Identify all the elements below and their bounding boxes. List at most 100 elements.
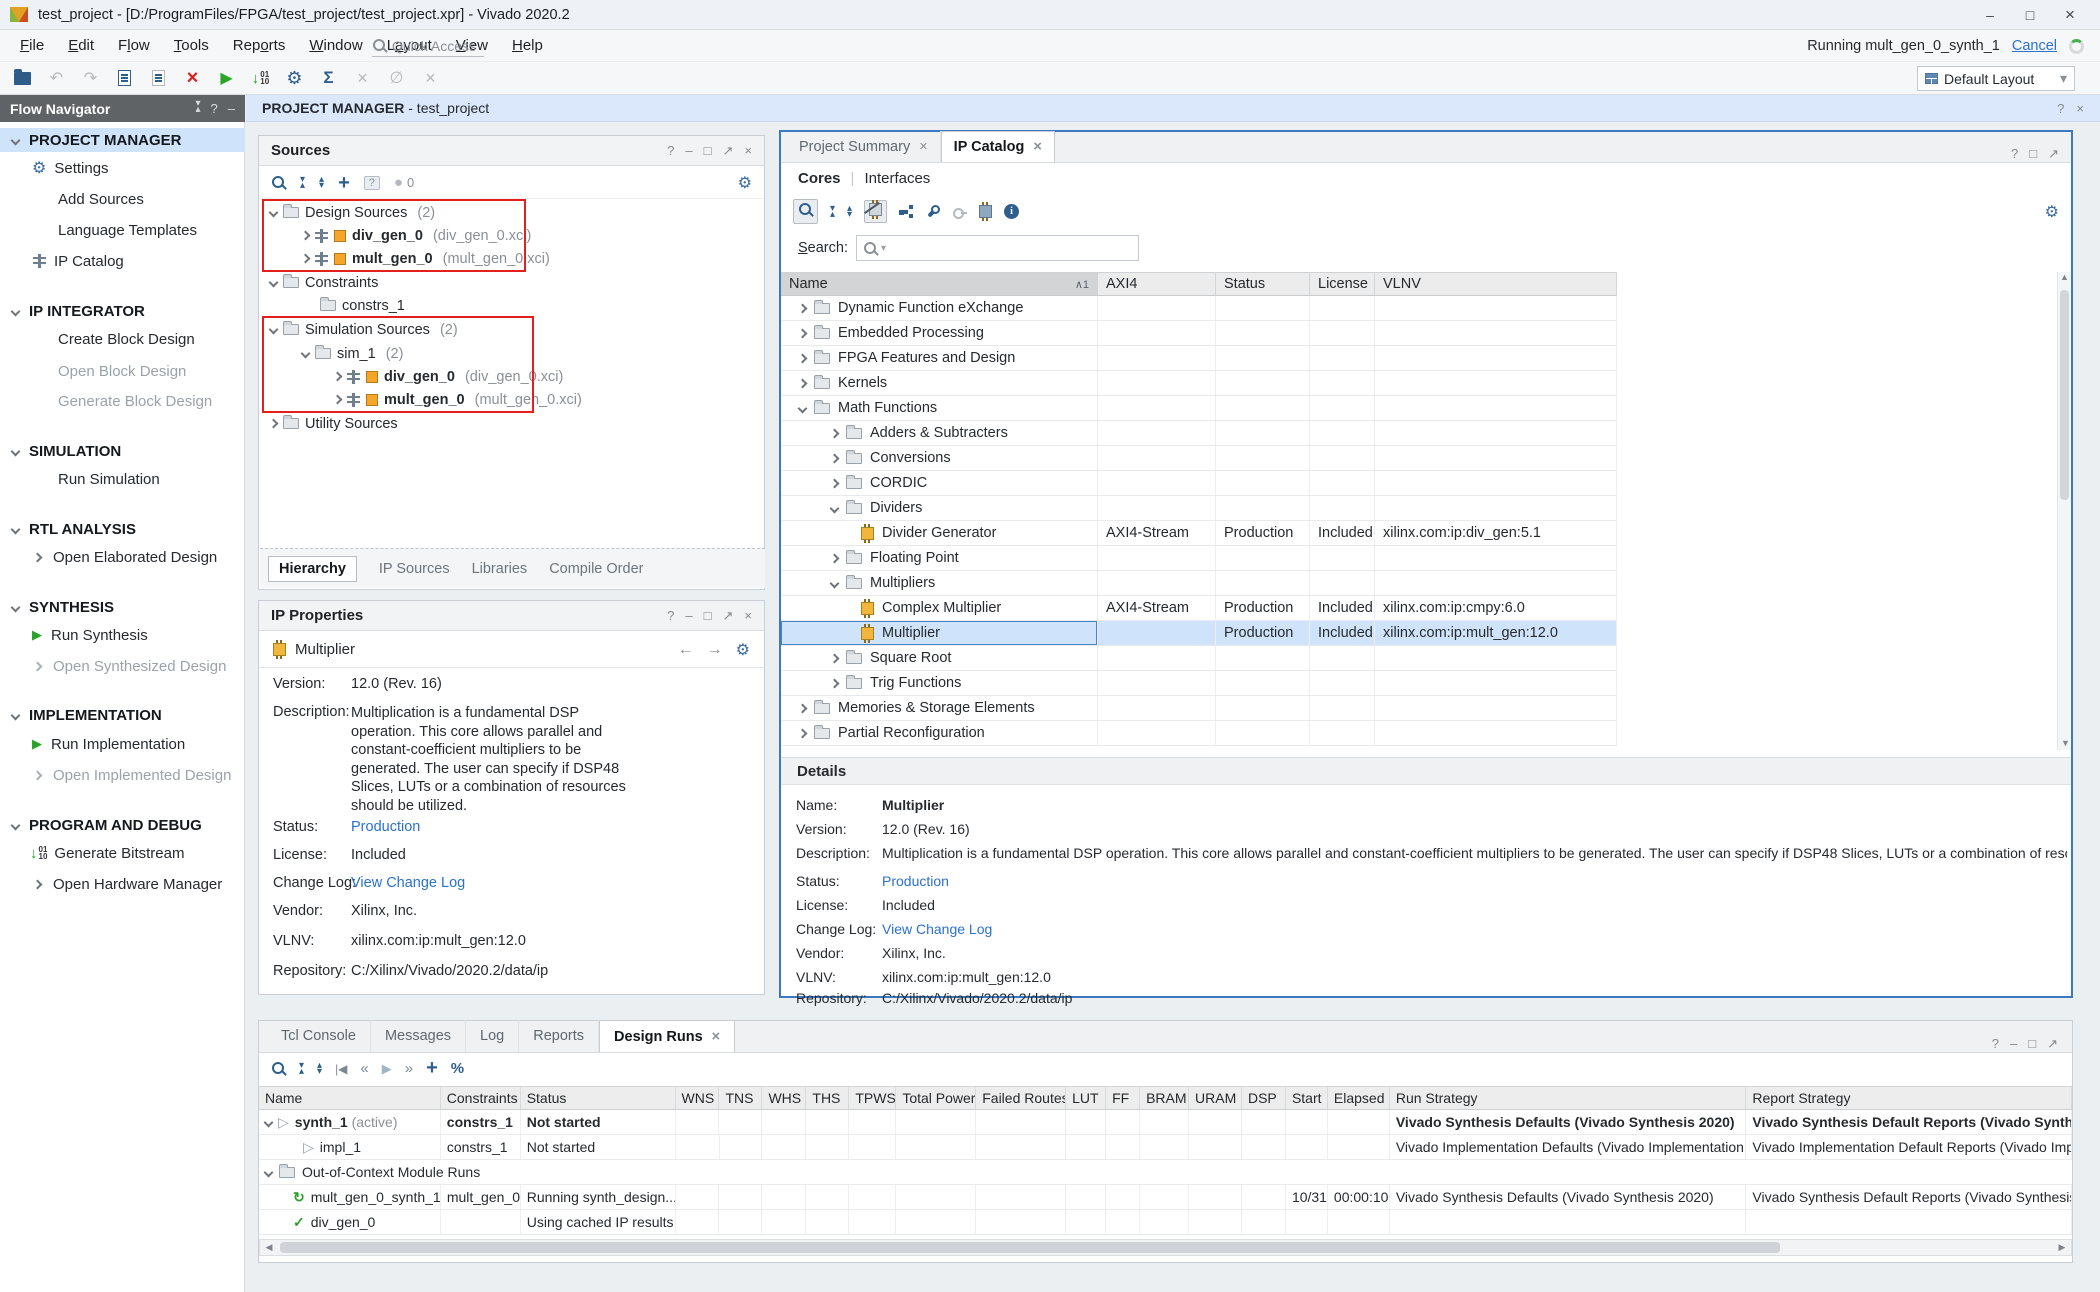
- tree-item-design-sources[interactable]: Design Sources (2): [260, 201, 435, 224]
- column-tns[interactable]: TNS: [719, 1087, 762, 1109]
- menu-edit[interactable]: Edit: [56, 37, 106, 54]
- tree-item-mult-gen-0[interactable]: mult_gen_0 (mult_gen_0.xci): [260, 247, 550, 270]
- chevron-right-icon[interactable]: [798, 378, 808, 388]
- chevron-down-icon[interactable]: [269, 278, 279, 288]
- unhighlight-icon[interactable]: ∅: [384, 66, 409, 90]
- close-tab-icon[interactable]: ×: [919, 139, 927, 155]
- interfaces-view[interactable]: Interfaces: [864, 170, 930, 187]
- chevron-down-icon[interactable]: [830, 578, 840, 588]
- close-tab-icon[interactable]: ×: [712, 1029, 720, 1045]
- view-change-log-link[interactable]: View Change Log: [882, 921, 2067, 937]
- sidebar-item-ip-catalog[interactable]: IP Catalog: [0, 249, 245, 273]
- chevron-right-icon[interactable]: [333, 395, 343, 405]
- close-button[interactable]: ×: [2050, 2, 2090, 28]
- tab-log[interactable]: Log: [466, 1020, 519, 1052]
- chevron-right-icon[interactable]: [798, 728, 808, 738]
- catalog-row-multiplier-selected[interactable]: MultiplierProductionIncludedxilinx.com:i…: [781, 621, 1617, 646]
- tree-item-sim-div-gen-0[interactable]: div_gen_0 (div_gen_0.xci): [260, 365, 563, 388]
- sidebar-item-add-sources[interactable]: Add Sources: [0, 187, 245, 211]
- column-wns[interactable]: WNS: [676, 1087, 720, 1109]
- sidebar-section-synthesis[interactable]: SYNTHESIS: [0, 595, 245, 619]
- catalog-row[interactable]: Dividers: [781, 496, 1617, 521]
- tab-hierarchy[interactable]: Hierarchy: [268, 556, 357, 582]
- quick-access-search[interactable]: Quick Access: [372, 35, 484, 57]
- sidebar-item-generate-bitstream[interactable]: ↓Generate Bitstream: [0, 841, 245, 865]
- column-axi4[interactable]: AXI4: [1098, 273, 1216, 295]
- create-runs-icon[interactable]: +: [426, 1057, 438, 1080]
- catalog-row[interactable]: Multipliers: [781, 571, 1617, 596]
- chevron-right-icon[interactable]: [301, 254, 311, 264]
- menu-window[interactable]: Window: [297, 37, 374, 54]
- tree-item-sim-mult-gen-0[interactable]: mult_gen_0 (mult_gen_0.xci): [260, 388, 582, 411]
- minimize-panel-icon[interactable]: –: [685, 143, 692, 159]
- sidebar-item-open-synthesized-design[interactable]: Open Synthesized Design: [0, 654, 245, 678]
- tab-ip-catalog[interactable]: IP Catalog×: [941, 131, 1055, 162]
- sidebar-item-open-block-design[interactable]: Open Block Design: [0, 359, 245, 383]
- column-name[interactable]: Name∧1: [781, 273, 1098, 295]
- sidebar-item-create-block-design[interactable]: Create Block Design: [0, 327, 245, 351]
- view-change-log-link[interactable]: View Change Log: [351, 875, 465, 891]
- maximize-panel-icon[interactable]: □: [2028, 1036, 2036, 1052]
- sidebar-item-open-elaborated-design[interactable]: Open Elaborated Design: [0, 545, 245, 569]
- horizontal-scrollbar[interactable]: ◀ ▶: [259, 1239, 2072, 1256]
- column-status[interactable]: Status: [1216, 273, 1310, 295]
- scroll-right-icon[interactable]: ▶: [2053, 1242, 2071, 1253]
- scroll-up-icon[interactable]: ▲: [2060, 272, 2069, 282]
- catalog-row[interactable]: Partial Reconfiguration: [781, 721, 1617, 746]
- gear-icon[interactable]: ⚙: [738, 173, 752, 193]
- chevron-right-icon[interactable]: [269, 419, 279, 429]
- back-icon[interactable]: ←: [678, 641, 694, 659]
- run-row-div-gen-0[interactable]: ✓div_gen_0 Using cached IP results: [259, 1210, 2072, 1235]
- column-status[interactable]: Status: [521, 1087, 676, 1109]
- tab-reports[interactable]: Reports: [519, 1020, 599, 1052]
- expand-all-icon[interactable]: ▴▾: [319, 177, 324, 189]
- column-vlnv[interactable]: VLNV: [1375, 273, 1617, 295]
- search-input[interactable]: ▾: [856, 235, 1139, 261]
- generate-bitstream-icon[interactable]: ↓: [248, 66, 273, 90]
- chevron-right-icon[interactable]: [830, 653, 840, 663]
- column-name[interactable]: Name: [259, 1087, 441, 1109]
- run-row-mult-gen-0-synth-1[interactable]: ↻mult_gen_0_synth_1 mult_gen_0 Running s…: [259, 1185, 2072, 1210]
- add-sources-icon[interactable]: +: [338, 174, 350, 192]
- undo-icon[interactable]: ↶: [44, 66, 69, 90]
- chevron-down-icon[interactable]: [264, 1167, 274, 1177]
- maximize-panel-icon[interactable]: □: [2029, 146, 2037, 162]
- column-ff[interactable]: FF: [1106, 1087, 1140, 1109]
- collapse-all-icon[interactable]: ▾▴: [300, 177, 305, 189]
- column-failed-routes[interactable]: Failed Routes: [976, 1087, 1066, 1109]
- column-elapsed[interactable]: Elapsed: [1328, 1087, 1390, 1109]
- catalog-row-complex-multiplier[interactable]: Complex MultiplierAXI4-StreamProductionI…: [781, 596, 1617, 621]
- maximize-button[interactable]: □: [2010, 2, 2050, 28]
- help-icon[interactable]: ?: [1992, 1036, 1999, 1052]
- run-row-out-of-context[interactable]: Out-of-Context Module Runs: [259, 1160, 2072, 1185]
- column-uram[interactable]: URAM: [1189, 1087, 1242, 1109]
- sidebar-section-simulation[interactable]: SIMULATION: [0, 439, 245, 463]
- gear-icon[interactable]: ⚙: [736, 640, 750, 660]
- report-sigma-icon[interactable]: Σ: [316, 66, 341, 90]
- column-constraints[interactable]: Constraints: [441, 1087, 521, 1109]
- missing-sources-icon[interactable]: ?: [364, 176, 380, 190]
- license-key-icon[interactable]: [952, 204, 967, 219]
- sidebar-item-language-templates[interactable]: Language Templates: [0, 218, 245, 242]
- float-panel-icon[interactable]: ↗: [2048, 146, 2059, 162]
- column-total-power[interactable]: Total Power: [896, 1087, 976, 1109]
- scrollbar-thumb[interactable]: [280, 1242, 1780, 1253]
- chevron-right-icon[interactable]: [798, 703, 808, 713]
- menu-flow[interactable]: Flow: [106, 37, 162, 54]
- catalog-row[interactable]: FPGA Features and Design: [781, 346, 1617, 371]
- layout-selector[interactable]: Default Layout ▾: [1917, 66, 2075, 91]
- catalog-row[interactable]: Adders & Subtracters: [781, 421, 1617, 446]
- column-start[interactable]: Start: [1286, 1087, 1328, 1109]
- copy-icon[interactable]: [146, 66, 171, 90]
- catalog-row[interactable]: Square Root: [781, 646, 1617, 671]
- run-row-synth-1[interactable]: ▷synth_1 (active) constrs_1 Not started …: [259, 1110, 2072, 1135]
- sidebar-section-rtl-analysis[interactable]: RTL ANALYSIS: [0, 517, 245, 541]
- chevron-down-icon[interactable]: [798, 403, 808, 413]
- close-icon[interactable]: ×: [2076, 101, 2084, 116]
- highlight-icon[interactable]: ×: [350, 66, 375, 90]
- tab-project-summary[interactable]: Project Summary×: [787, 131, 941, 162]
- save-file-icon[interactable]: [112, 66, 137, 90]
- float-panel-icon[interactable]: ↗: [723, 608, 734, 624]
- float-panel-icon[interactable]: ↗: [723, 143, 734, 159]
- menu-file[interactable]: File: [8, 37, 56, 54]
